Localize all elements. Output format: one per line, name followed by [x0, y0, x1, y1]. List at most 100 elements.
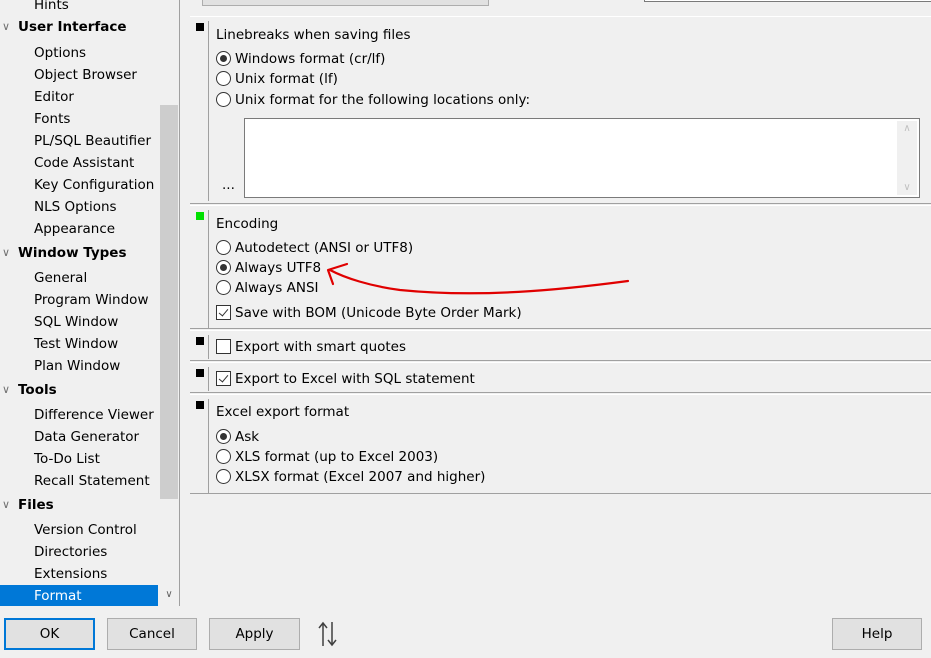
encoding-title: Encoding: [216, 216, 279, 232]
radio-button[interactable]: [216, 51, 231, 66]
locations-browse-button[interactable]: ...: [222, 177, 235, 193]
partial-top-input[interactable]: [644, 0, 931, 2]
tree-item-format[interactable]: Format: [0, 585, 158, 606]
group-label: Files: [18, 497, 54, 513]
tree-item-difference-viewer[interactable]: Difference Viewer: [0, 404, 158, 426]
chevron-down-icon[interactable]: ∨: [2, 379, 10, 401]
tree-item-data-generator[interactable]: Data Generator: [0, 426, 158, 448]
partial-top-button[interactable]: [202, 0, 489, 6]
tree-item-sql-window[interactable]: SQL Window: [0, 311, 158, 333]
section-divider: [208, 367, 209, 391]
help-button[interactable]: Help: [832, 618, 922, 650]
tree-item-hints[interactable]: Hints: [0, 0, 158, 16]
excel-format-section: Excel export format Ask XLS format (up t…: [190, 394, 931, 494]
checkbox-excel-sql[interactable]: Export to Excel with SQL statement: [216, 369, 475, 389]
tree-item-test-window[interactable]: Test Window: [0, 333, 158, 355]
radio-button[interactable]: [216, 280, 231, 295]
cancel-button[interactable]: Cancel: [107, 618, 197, 650]
section-marker: [196, 23, 204, 31]
tree-item-extensions[interactable]: Extensions: [0, 563, 158, 585]
section-divider: [208, 21, 209, 201]
radio-button[interactable]: [216, 260, 231, 275]
group-label: User Interface: [18, 19, 127, 35]
tree-item-options[interactable]: Options: [0, 42, 158, 64]
checkbox-label: Export with smart quotes: [235, 339, 407, 355]
radio-label: XLSX format (Excel 2007 and higher): [235, 469, 486, 485]
checkbox-label: Export to Excel with SQL statement: [235, 371, 475, 387]
tree-item-nls-options[interactable]: NLS Options: [0, 196, 158, 218]
tree-item-version-control[interactable]: Version Control: [0, 519, 158, 541]
radio-label: Always UTF8: [235, 260, 322, 276]
radio-label: Autodetect (ANSI or UTF8): [235, 240, 414, 256]
radio-always-utf8[interactable]: Always UTF8: [216, 258, 321, 278]
tree-group-user-interface[interactable]: ∨ User Interface: [0, 16, 127, 38]
section-marker: [196, 401, 204, 409]
section-divider: [208, 335, 209, 359]
checkbox-save-with-bom[interactable]: Save with BOM (Unicode Byte Order Mark): [216, 303, 522, 323]
scroll-down-arrow-icon[interactable]: ∨: [897, 182, 917, 193]
smart-quotes-section: Export with smart quotes: [190, 330, 931, 361]
checkbox[interactable]: [216, 371, 231, 386]
section-marker: [196, 337, 204, 345]
chevron-down-icon[interactable]: ∨: [2, 242, 10, 264]
tree-item-recall-statement[interactable]: Recall Statement: [0, 470, 158, 492]
radio-label: Unix format (lf): [235, 71, 338, 87]
section-divider: [208, 210, 209, 328]
scroll-down-arrow-icon[interactable]: ∨: [159, 586, 179, 604]
radio-label: Windows format (cr/lf): [235, 51, 386, 67]
apply-button[interactable]: Apply: [209, 618, 300, 650]
radio-windows-format[interactable]: Windows format (cr/lf): [216, 49, 385, 69]
tree-item-program-window[interactable]: Program Window: [0, 289, 158, 311]
radio-button[interactable]: [216, 92, 231, 107]
tree-item-appearance[interactable]: Appearance: [0, 218, 158, 240]
format-options-panel: Linebreaks when saving files Windows for…: [190, 0, 931, 606]
tree-item-editor[interactable]: Editor: [0, 86, 158, 108]
tree-item-plan-window[interactable]: Plan Window: [0, 355, 158, 377]
radio-button[interactable]: [216, 71, 231, 86]
tree-item-code-assistant[interactable]: Code Assistant: [0, 152, 158, 174]
excel-format-title: Excel export format: [216, 404, 350, 420]
tree-group-tools[interactable]: ∨ Tools: [0, 379, 57, 401]
checkbox[interactable]: [216, 305, 231, 320]
tree-group-window-types[interactable]: ∨ Window Types: [0, 242, 127, 264]
linebreaks-section: Linebreaks when saving files Windows for…: [190, 16, 931, 204]
checkbox[interactable]: [216, 339, 231, 354]
chevron-down-icon[interactable]: ∨: [2, 16, 10, 38]
tree-item-fonts[interactable]: Fonts: [0, 108, 158, 130]
checkbox-smart-quotes[interactable]: Export with smart quotes: [216, 337, 406, 357]
radio-ask[interactable]: Ask: [216, 427, 259, 447]
radio-button[interactable]: [216, 469, 231, 484]
chevron-down-icon[interactable]: ∨: [2, 494, 10, 516]
ok-button[interactable]: OK: [4, 618, 95, 650]
scrollbar-thumb[interactable]: [160, 105, 178, 499]
radio-xls[interactable]: XLS format (up to Excel 2003): [216, 447, 438, 467]
radio-always-ansi[interactable]: Always ANSI: [216, 278, 319, 298]
tree-group-files[interactable]: ∨ Files: [0, 494, 54, 516]
excel-sql-section: Export to Excel with SQL statement: [190, 362, 931, 393]
options-tree[interactable]: Hints ∨ User Interface Options Object Br…: [0, 0, 180, 606]
tree-item-key-configuration[interactable]: Key Configuration: [0, 174, 158, 196]
radio-button[interactable]: [216, 429, 231, 444]
tree-scrollbar[interactable]: ∨: [159, 0, 179, 606]
group-label: Tools: [18, 382, 57, 398]
tree-item-plsql-beautifier[interactable]: PL/SQL Beautifier: [0, 130, 158, 152]
group-label: Window Types: [18, 245, 127, 261]
locations-scrollbar[interactable]: ∧ ∨: [897, 121, 917, 195]
section-marker: [196, 369, 204, 377]
radio-button[interactable]: [216, 449, 231, 464]
sort-up-down-icon[interactable]: [316, 620, 340, 648]
radio-button[interactable]: [216, 240, 231, 255]
radio-xlsx[interactable]: XLSX format (Excel 2007 and higher): [216, 467, 485, 487]
tree-item-directories[interactable]: Directories: [0, 541, 158, 563]
tree-item-todo-list[interactable]: To-Do List: [0, 448, 158, 470]
radio-label: Unix format for the following locations …: [235, 92, 531, 108]
tree-item-general[interactable]: General: [0, 267, 158, 289]
tree-item-object-browser[interactable]: Object Browser: [0, 64, 158, 86]
scroll-up-arrow-icon[interactable]: ∧: [897, 123, 917, 134]
radio-unix-format[interactable]: Unix format (lf): [216, 69, 338, 89]
unix-locations-textarea[interactable]: ∧ ∨: [244, 118, 920, 198]
radio-unix-locations[interactable]: Unix format for the following locations …: [216, 90, 530, 110]
radio-label: Ask: [235, 429, 260, 445]
radio-autodetect[interactable]: Autodetect (ANSI or UTF8): [216, 238, 413, 258]
encoding-section: Encoding Autodetect (ANSI or UTF8) Alway…: [190, 205, 931, 329]
